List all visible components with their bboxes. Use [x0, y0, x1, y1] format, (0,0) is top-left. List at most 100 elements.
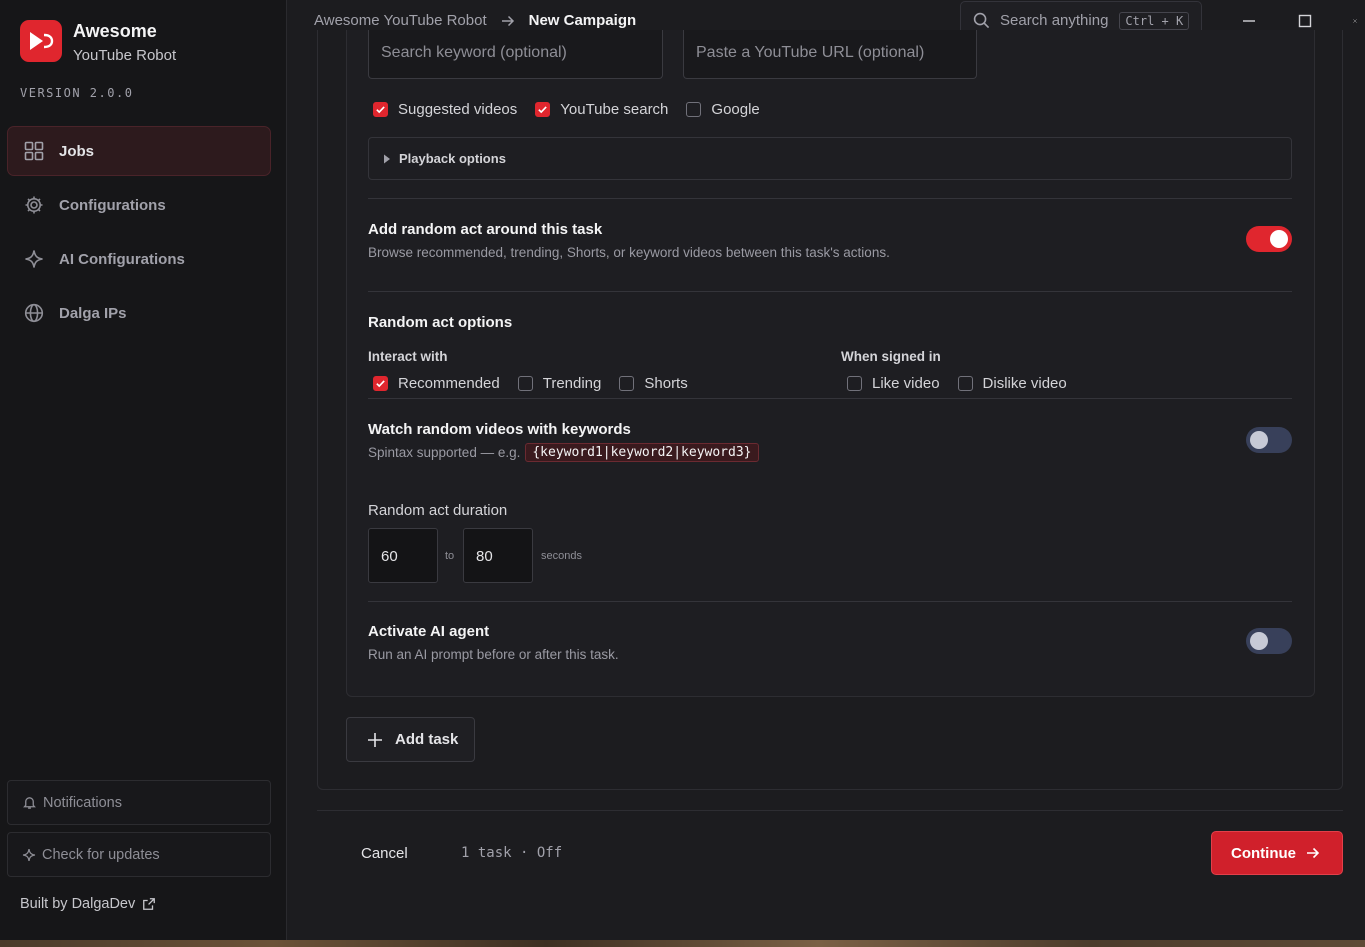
sidebar: Awesome YouTube Robot VERSION 2.0.0 Jobs: [0, 0, 287, 940]
interact-with-checkboxes: Recommended Trending Shorts: [373, 375, 706, 392]
signed-in-checkboxes: Like video Dislike video: [847, 375, 1085, 392]
shorts-checkbox[interactable]: Shorts: [619, 375, 688, 392]
url-input[interactable]: Paste a YouTube URL (optional): [683, 30, 977, 79]
keywords-toggle[interactable]: [1246, 427, 1292, 453]
sidebar-item-label: Dalga IPs: [59, 304, 127, 322]
toggle-knob: [1250, 431, 1268, 449]
close-icon[interactable]: [1345, 11, 1357, 31]
signed-in-label: When signed in: [841, 349, 941, 364]
keywords-description-text: Spintax supported — e.g.: [368, 445, 521, 460]
ai-agent-toggle[interactable]: [1246, 628, 1292, 654]
duration-title: Random act duration: [368, 502, 508, 519]
check-icon: [373, 376, 388, 391]
toggle-knob: [1250, 632, 1268, 650]
playback-options-toggle[interactable]: Playback options: [368, 137, 1292, 180]
sidebar-item-label: Jobs: [59, 142, 95, 160]
checkbox-label: Like video: [872, 375, 940, 392]
random-act-description: Browse recommended, trending, Shorts, or…: [368, 245, 890, 260]
sidebar-item-label: AI Configurations: [59, 250, 185, 268]
duration-max-input[interactable]: 80: [463, 528, 533, 583]
like-video-checkbox[interactable]: Like video: [847, 375, 940, 392]
task-status: 1 task · Off: [461, 845, 563, 861]
notifications-label: Notifications: [43, 794, 122, 811]
ai-agent-description: Run an AI prompt before or after this ta…: [368, 647, 619, 662]
breadcrumb: Awesome YouTube Robot New Campaign: [314, 12, 636, 29]
breadcrumb-root[interactable]: Awesome YouTube Robot: [314, 12, 487, 29]
duration-unit-label: seconds: [541, 550, 582, 562]
built-by-label: Built by DalgaDev: [20, 896, 136, 912]
dislike-video-checkbox[interactable]: Dislike video: [957, 375, 1067, 392]
app-logo-icon: [20, 20, 62, 62]
check-updates-button[interactable]: Check for updates: [7, 832, 271, 877]
sparkle-icon: [22, 848, 36, 862]
checkbox-label: Dislike video: [982, 375, 1067, 392]
keywords-title: Watch random videos with keywords: [368, 421, 631, 438]
checkbox-label: Trending: [542, 375, 602, 392]
keyword-placeholder: Search keyword (optional): [381, 44, 567, 61]
divider: [368, 198, 1292, 199]
divider: [368, 398, 1292, 399]
minimize-icon[interactable]: [1239, 11, 1259, 31]
url-placeholder: Paste a YouTube URL (optional): [696, 44, 925, 61]
arrow-right-icon: [501, 15, 515, 27]
ai-agent-title: Activate AI agent: [368, 623, 490, 640]
checkbox-label: YouTube search: [560, 101, 669, 118]
grid-icon: [23, 140, 45, 162]
youtube-search-checkbox[interactable]: YouTube search: [535, 101, 668, 118]
gear-icon: [23, 194, 45, 216]
playback-options-label: Playback options: [399, 151, 506, 166]
sidebar-item-ai-configurations[interactable]: AI Configurations: [7, 234, 271, 284]
google-checkbox[interactable]: Google: [686, 101, 760, 118]
check-icon: [373, 102, 388, 117]
external-link-icon: [142, 897, 156, 911]
sidebar-item-jobs[interactable]: Jobs: [7, 126, 271, 176]
sidebar-item-dalga-ips[interactable]: Dalga IPs: [7, 288, 271, 338]
random-act-toggle[interactable]: [1246, 226, 1292, 252]
bell-icon: [22, 795, 37, 810]
interact-with-label: Interact with: [368, 349, 448, 364]
caret-right-icon: [383, 154, 391, 164]
random-act-options-title: Random act options: [368, 314, 513, 331]
duration-min-input[interactable]: 60: [368, 528, 438, 583]
cancel-button[interactable]: Cancel: [361, 845, 408, 862]
checkbox-label: Recommended: [398, 375, 500, 392]
globe-icon: [23, 302, 45, 324]
continue-button[interactable]: Continue: [1211, 831, 1343, 875]
checkbox-box: [957, 376, 973, 391]
version-label: VERSION 2.0.0: [20, 86, 134, 100]
search-shortcut: Ctrl + K: [1119, 11, 1190, 30]
trending-checkbox[interactable]: Trending: [517, 375, 602, 392]
check-updates-label: Check for updates: [42, 846, 160, 863]
checkbox-box: [619, 376, 635, 391]
sidebar-nav: Jobs Configurations AI Configurations Da…: [7, 126, 271, 342]
maximize-icon[interactable]: [1295, 11, 1315, 31]
desktop-background-strip: [0, 940, 1365, 947]
source-checkboxes: Suggested videos YouTube search Google: [373, 101, 778, 118]
search-icon: [973, 12, 990, 29]
recommended-checkbox[interactable]: Recommended: [373, 375, 500, 392]
plus-icon: [367, 732, 383, 748]
brand-title: Awesome: [73, 21, 157, 41]
checkbox-box: [686, 102, 702, 117]
built-by-link[interactable]: Built by DalgaDev: [20, 896, 156, 912]
add-task-button[interactable]: Add task: [346, 717, 475, 762]
sidebar-item-label: Configurations: [59, 196, 166, 214]
checkbox-label: Google: [711, 101, 760, 118]
toggle-knob: [1270, 230, 1288, 248]
breadcrumb-current: New Campaign: [528, 12, 637, 29]
suggested-videos-checkbox[interactable]: Suggested videos: [373, 101, 517, 118]
sparkle-icon: [23, 248, 45, 270]
footer-divider: [317, 810, 1343, 811]
checkbox-box: [517, 376, 533, 391]
sidebar-item-configurations[interactable]: Configurations: [7, 180, 271, 230]
keywords-description: Spintax supported — e.g. {keyword1|keywo…: [368, 443, 759, 462]
duration-to-label: to: [445, 550, 455, 562]
spintax-example: {keyword1|keyword2|keyword3}: [525, 443, 759, 462]
continue-label: Continue: [1231, 844, 1296, 862]
checkbox-box: [847, 376, 862, 391]
task-card: [346, 30, 1315, 697]
keyword-input[interactable]: Search keyword (optional): [368, 30, 663, 79]
brand: Awesome YouTube Robot: [20, 20, 176, 66]
arrow-right-icon: [1306, 847, 1320, 859]
notifications-button[interactable]: Notifications: [7, 780, 271, 825]
